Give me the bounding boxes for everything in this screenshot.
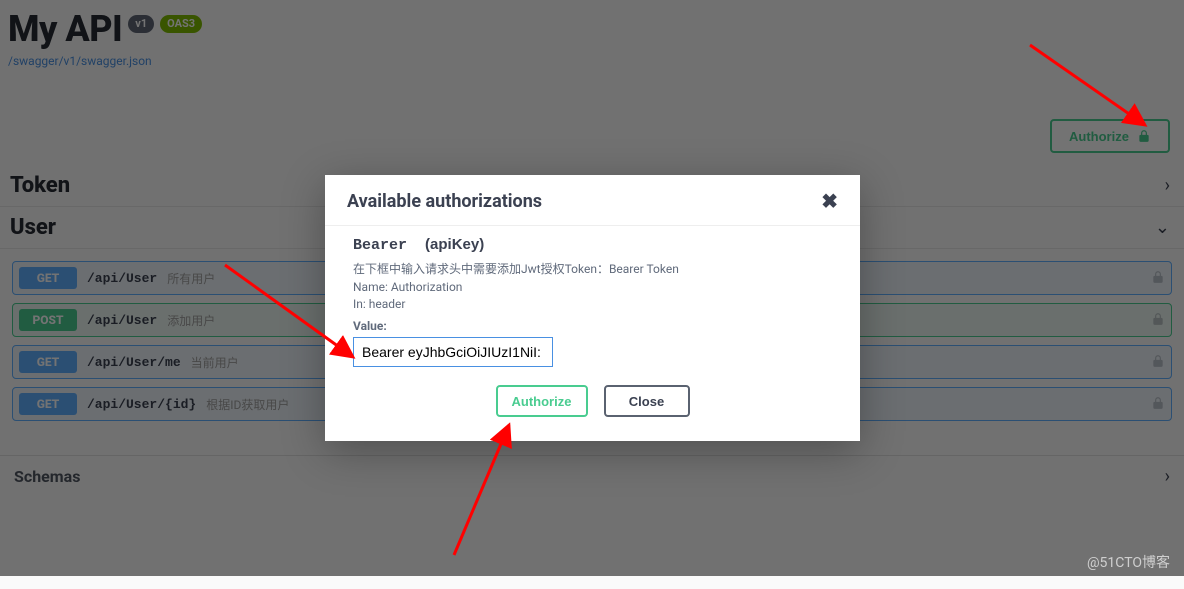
auth-description: 在下框中输入请求头中需要添加Jwt授权Token：Bearer Token (353, 260, 832, 277)
auth-in-row: In: header (353, 297, 832, 311)
modal-authorize-button[interactable]: Authorize (496, 385, 588, 417)
auth-scheme-name: Bearer (353, 237, 407, 254)
auth-scheme-title: Bearer (apiKey) (353, 236, 832, 254)
modal-close-button[interactable]: Close (604, 385, 690, 417)
auth-name-row: Name: Authorization (353, 280, 832, 294)
modal-title: Available authorizations (347, 191, 542, 212)
watermark: @51CTO博客 (1087, 552, 1170, 572)
auth-scheme-type: (apiKey) (425, 236, 484, 253)
auth-value-label: Value: (353, 319, 832, 333)
close-icon[interactable]: ✖ (821, 189, 838, 213)
authorize-modal: Available authorizations ✖ Bearer (apiKe… (325, 175, 860, 441)
auth-name-value: Authorization (391, 280, 463, 294)
